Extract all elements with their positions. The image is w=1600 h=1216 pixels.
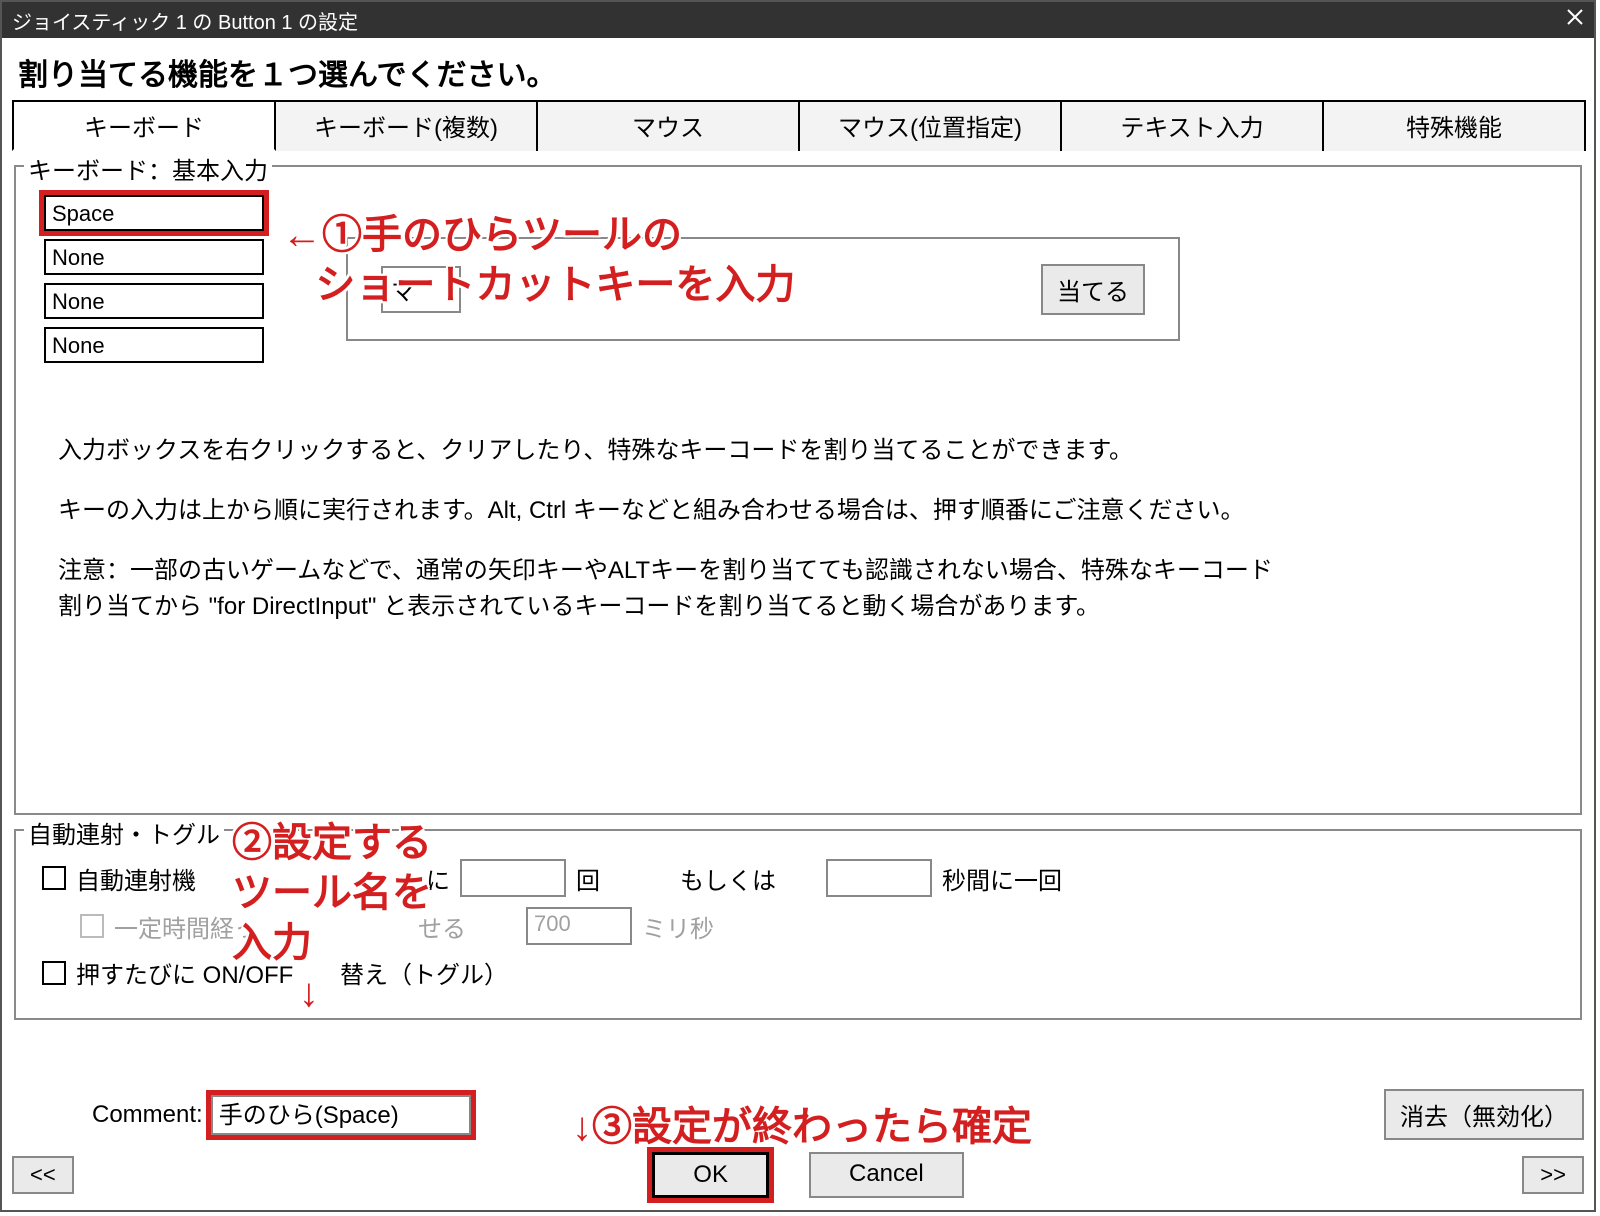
tab-mouse-position[interactable]: マウス(位置指定)	[798, 100, 1062, 151]
tab-keyboard[interactable]: キーボード	[12, 100, 276, 151]
close-icon[interactable]	[1566, 8, 1584, 32]
stop-after-main: 一定時間経っ	[114, 909, 258, 944]
key-input-3[interactable]: None	[44, 283, 264, 319]
key-input-1[interactable]: Space	[44, 195, 264, 231]
prev-button[interactable]: <<	[12, 1156, 74, 1194]
tab-keyboard-multi[interactable]: キーボード(複数)	[274, 100, 538, 151]
ok-button[interactable]: OK	[652, 1152, 769, 1198]
assign-panel: マ 当てる	[346, 237, 1180, 341]
key-input-2[interactable]: None	[44, 239, 264, 275]
tab-special[interactable]: 特殊機能	[1322, 100, 1586, 151]
autofire-count-input[interactable]	[460, 859, 566, 897]
tab-text-input[interactable]: テキスト入力	[1060, 100, 1324, 151]
autofire-or: もしくは	[680, 861, 776, 896]
group-keyboard-basic: キーボード：基本入力 Space None None None マ 当てる 入力…	[14, 165, 1582, 815]
help-line-2: キーの入力は上から順に実行されます。Alt, Ctrl キーなどと組み合わせる場…	[58, 493, 1538, 529]
help-text: 入力ボックスを右クリックすると、クリアしたり、特殊なキーコードを割り当てることが…	[58, 433, 1538, 625]
key-input-4[interactable]: None	[44, 327, 264, 363]
assign-left-box[interactable]: マ	[381, 266, 461, 313]
group-keyboard-basic-legend: キーボード：基本入力	[24, 151, 272, 186]
autofire-unit1: 回	[576, 861, 600, 896]
stop-after-tail: せる	[418, 909, 466, 944]
assign-button[interactable]: 当てる	[1041, 264, 1145, 315]
stop-after-unit: ミリ秒	[642, 909, 714, 944]
comment-row: Comment: 手のひら(Space) 消去（無効化）	[12, 1089, 1584, 1140]
autofire-row: 自動連射機 に 回 もしくは 秒間に一回	[42, 859, 1554, 897]
autofire-seconds-input[interactable]	[826, 859, 932, 897]
autofire-tail-label: に	[426, 861, 450, 896]
page-heading: 割り当てる機能を１つ選んでください。	[18, 50, 1578, 94]
toggle-row: 押すたびに ON/OFF 替え（トグル）	[42, 955, 1554, 990]
help-line-1: 入力ボックスを右クリックすると、クリアしたり、特殊なキーコードを割り当てることが…	[58, 433, 1538, 469]
autofire-unit2: 秒間に一回	[942, 861, 1062, 896]
stop-after-checkbox	[80, 914, 104, 938]
clear-button[interactable]: 消去（無効化）	[1384, 1089, 1584, 1140]
next-button[interactable]: >>	[1522, 1156, 1584, 1194]
window-title: ジョイスティック 1 の Button 1 の設定	[12, 6, 358, 35]
cancel-button[interactable]: Cancel	[809, 1152, 964, 1198]
autofire-checkbox[interactable]	[42, 866, 66, 890]
titlebar: ジョイスティック 1 の Button 1 の設定	[2, 2, 1594, 38]
help-line-3: 注意：一部の古いゲームなどで、通常の矢印キーやALTキーを割り当てても認識されな…	[58, 553, 1538, 625]
toggle-label: 押すたびに ON/OFF 替え（トグル）	[76, 955, 508, 990]
bottom-row: << OK Cancel >>	[12, 1152, 1584, 1198]
tab-strip: キーボード キーボード(複数) マウス マウス(位置指定) テキスト入力 特殊機…	[12, 98, 1584, 151]
tab-mouse[interactable]: マウス	[536, 100, 800, 151]
client-area: 割り当てる機能を１つ選んでください。 キーボード キーボード(複数) マウス マ…	[2, 38, 1594, 1210]
autofire-main-label: 自動連射機	[76, 861, 196, 896]
group-autofire-toggle: 自動連射・トグル 自動連射機 に 回 もしくは 秒間に一回 一定時間経っ せる	[14, 829, 1582, 1020]
comment-input[interactable]: 手のひら(Space)	[211, 1095, 471, 1135]
stop-after-row: 一定時間経っ せる 700 ミリ秒	[80, 907, 1554, 945]
comment-label: Comment:	[92, 1101, 203, 1129]
group-autofire-legend: 自動連射・トグル	[24, 815, 224, 850]
stop-after-ms-input: 700	[526, 907, 632, 945]
toggle-checkbox[interactable]	[42, 961, 66, 985]
